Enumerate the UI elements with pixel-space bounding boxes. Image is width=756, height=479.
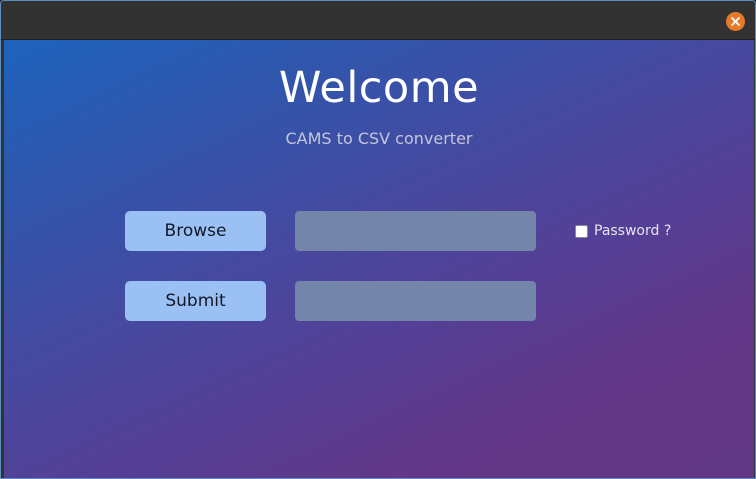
main-panel: Welcome CAMS to CSV converter Browse Pas… xyxy=(4,40,754,478)
password-checkbox-label: Password ? xyxy=(594,223,672,239)
page-title: Welcome xyxy=(278,63,480,113)
file-path-field[interactable] xyxy=(295,211,536,251)
browse-button[interactable]: Browse xyxy=(125,211,266,251)
title-bar[interactable] xyxy=(1,1,755,40)
close-icon xyxy=(731,17,740,26)
password-toggle[interactable]: Password ? xyxy=(575,223,671,240)
password-field[interactable] xyxy=(295,281,536,321)
password-checkbox[interactable] xyxy=(575,225,588,238)
close-button[interactable] xyxy=(726,12,745,31)
submit-button[interactable]: Submit xyxy=(125,281,266,321)
app-window: Welcome CAMS to CSV converter Browse Pas… xyxy=(0,0,756,479)
page-subtitle: CAMS to CSV converter xyxy=(285,129,473,148)
